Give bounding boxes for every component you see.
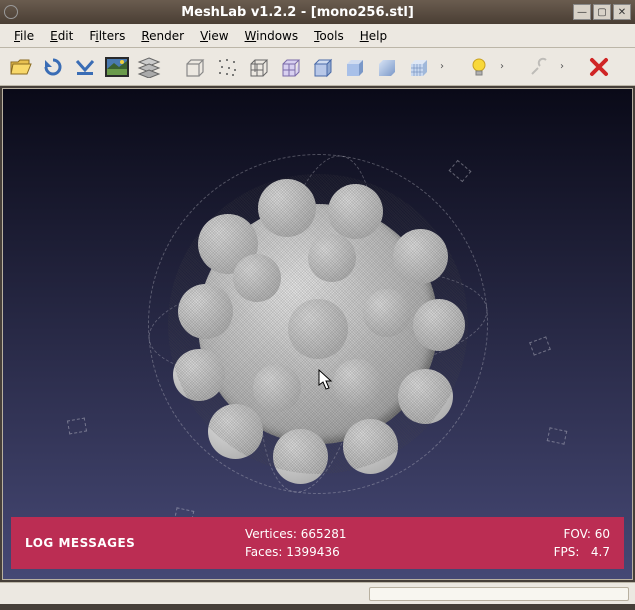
wireframe-icon [247,56,271,78]
layers-icon [137,56,161,78]
menu-file[interactable]: File [6,27,42,45]
menubar: File Edit Filters Render View Windows To… [0,24,635,48]
layers-button[interactable] [134,52,164,82]
mesh-model [168,174,468,474]
save-icon [73,56,97,78]
menu-render[interactable]: Render [133,27,192,45]
smooth-shading-icon [375,56,399,78]
minimize-button[interactable]: — [573,4,591,20]
wireframe-button[interactable] [244,52,274,82]
log-messages-label: LOG MESSAGES [25,536,245,550]
toolbar-separator [168,53,176,81]
delete-button[interactable] [584,52,614,82]
points-button[interactable] [212,52,242,82]
trackball-handle [67,418,87,435]
window-title: MeshLab v1.2.2 - [mono256.stl] [24,5,571,20]
reload-icon [41,56,65,78]
hidden-lines-button[interactable] [276,52,306,82]
open-button[interactable] [6,52,36,82]
flat-lines-icon [311,56,335,78]
statusbar [0,582,635,604]
edit-more-chevron[interactable]: › [556,61,568,72]
flat-lines-button[interactable] [308,52,338,82]
faces-readout: Faces: 1399436 [245,545,554,559]
3d-viewport[interactable]: LOG MESSAGES Vertices: 665281 Faces: 139… [3,89,632,579]
texture-button[interactable] [404,52,434,82]
flat-shading-icon [343,56,367,78]
trackball-handle [547,427,568,444]
hidden-lines-icon [279,56,303,78]
menu-view[interactable]: View [192,27,236,45]
menu-edit[interactable]: Edit [42,27,81,45]
toolbar: › › › [0,48,635,86]
edit-tool-button[interactable] [524,52,554,82]
menu-tools[interactable]: Tools [306,27,352,45]
delete-icon [588,56,610,78]
edit-tool-icon [528,56,550,78]
bbox-button[interactable] [180,52,210,82]
maximize-button[interactable]: ▢ [593,4,611,20]
save-button[interactable] [70,52,100,82]
toolbar-separator [512,53,520,81]
open-folder-icon [9,56,33,78]
light-icon [468,56,490,78]
bounding-box-icon [183,56,207,78]
menu-filters[interactable]: Filters [81,27,133,45]
points-icon [215,56,239,78]
trackball-handle [529,336,551,355]
flat-shading-button[interactable] [340,52,370,82]
window-titlebar: MeshLab v1.2.2 - [mono256.stl] — ▢ ✕ [0,0,635,24]
reload-button[interactable] [38,52,68,82]
light-button[interactable] [464,52,494,82]
menu-windows[interactable]: Windows [237,27,307,45]
menu-help[interactable]: Help [352,27,395,45]
info-overlay: LOG MESSAGES Vertices: 665281 Faces: 139… [11,517,624,569]
toolbar-separator [572,53,580,81]
light-more-chevron[interactable]: › [496,61,508,72]
fov-readout: FOV: 60 [554,527,610,541]
smooth-shading-button[interactable] [372,52,402,82]
toolbar-separator [452,53,460,81]
close-button[interactable]: ✕ [613,4,631,20]
snapshot-button[interactable] [102,52,132,82]
fps-readout: FPS: 4.7 [554,545,610,559]
vertices-readout: Vertices: 665281 [245,527,554,541]
texture-icon [407,56,431,78]
progress-bar [369,587,629,601]
snapshot-icon [104,56,130,78]
app-icon [4,5,18,19]
render-more-chevron[interactable]: › [436,61,448,72]
